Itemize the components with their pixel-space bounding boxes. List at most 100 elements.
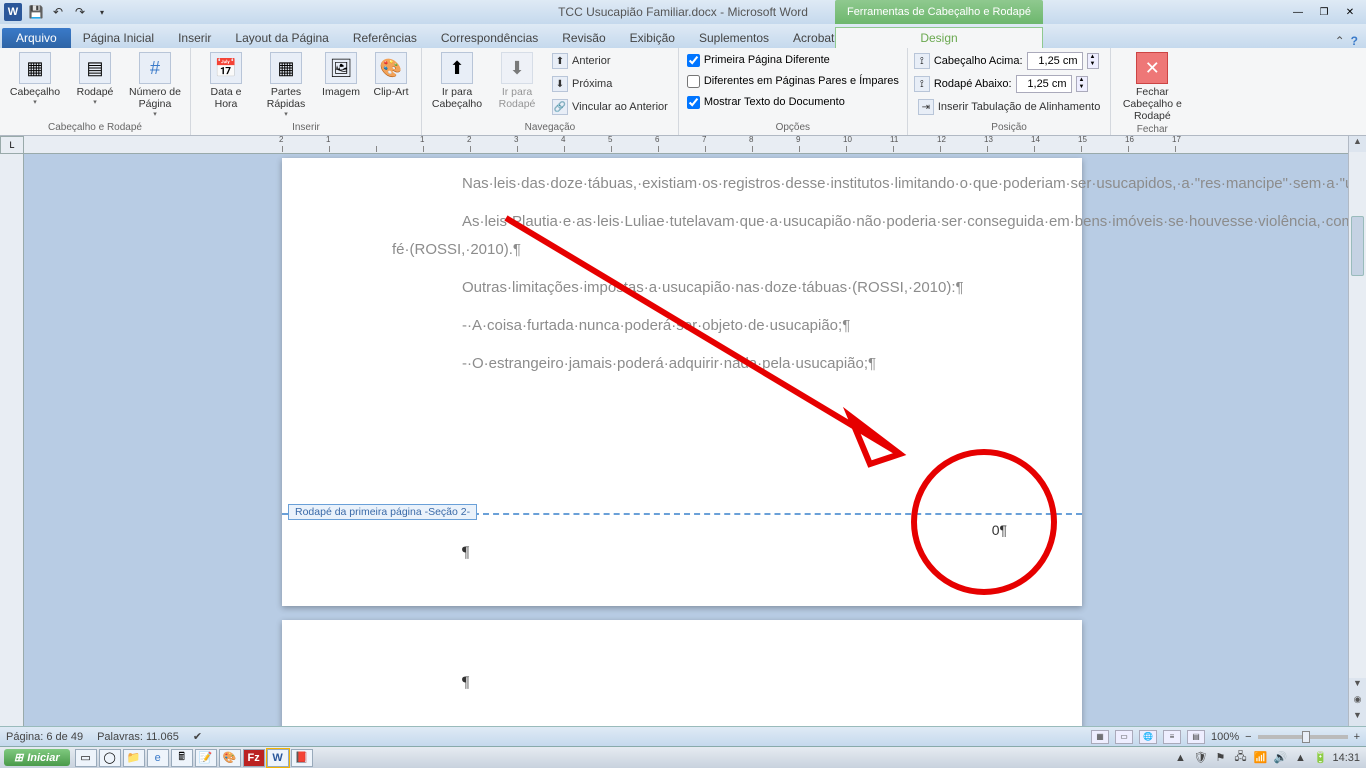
minimize-icon[interactable]: — xyxy=(1286,4,1310,20)
body-paragraph: -·O·estrangeiro·jamais·poderá·adquirir·n… xyxy=(392,350,1012,378)
different-odd-even-checkbox[interactable]: Diferentes em Páginas Pares e Ímpares xyxy=(685,71,901,91)
tab-addins[interactable]: Suplementos xyxy=(687,28,781,48)
group-label: Cabeçalho e Rodapé xyxy=(6,122,184,135)
document-page[interactable]: ¶ xyxy=(282,620,1082,726)
show-document-text-checkbox[interactable]: Mostrar Texto do Documento xyxy=(685,92,901,112)
footer-from-bottom-spinner[interactable]: ⟟Rodapé Abaixo:▲▼ xyxy=(914,73,1104,95)
taskbar-folder-icon[interactable]: 📁 xyxy=(123,749,145,767)
tray-drive-icon[interactable]: ▲ xyxy=(1292,750,1308,766)
tray-wifi-icon[interactable]: 📶 xyxy=(1252,750,1268,766)
word-count[interactable]: Palavras: 11.065 xyxy=(97,731,179,743)
prev-page-icon[interactable]: ◉ xyxy=(1349,694,1366,710)
draft-view-icon[interactable]: ▤ xyxy=(1187,730,1205,744)
taskbar-clock[interactable]: 14:31 xyxy=(1332,752,1360,764)
scroll-up-icon[interactable]: ▲ xyxy=(1349,136,1366,152)
clipart-button[interactable]: 🎨Clip-Art xyxy=(367,50,415,100)
web-layout-view-icon[interactable]: 🌐 xyxy=(1139,730,1157,744)
outline-view-icon[interactable]: ≡ xyxy=(1163,730,1181,744)
header-from-top-spinner[interactable]: ⟟Cabeçalho Acima:▲▼ xyxy=(914,50,1104,72)
taskbar-filezilla-icon[interactable]: Fz xyxy=(243,749,265,767)
help-icon[interactable]: ? xyxy=(1351,34,1358,48)
zoom-in-icon[interactable]: + xyxy=(1354,731,1360,743)
tab-references[interactable]: Referências xyxy=(341,28,429,48)
close-window-icon[interactable]: ✕ xyxy=(1338,4,1362,20)
body-paragraph: Outras·limitações·impostas·a·usucapião·n… xyxy=(392,274,1012,302)
horizontal-ruler[interactable]: 211234567891011121314151617 xyxy=(24,136,1348,154)
titlebar: W 💾 ↶ ↷ ▾ TCC Usucapião Familiar.docx - … xyxy=(0,0,1366,24)
proofing-icon[interactable]: ✔ xyxy=(193,730,202,743)
scroll-down-icon[interactable]: ▼ xyxy=(1349,678,1366,694)
save-icon[interactable]: 💾 xyxy=(26,3,46,21)
footer-page-number[interactable]: 0¶ xyxy=(992,522,1007,538)
header-icon: ▦ xyxy=(19,52,51,84)
redo-icon[interactable]: ↷ xyxy=(70,3,90,21)
next-page-icon[interactable]: ▼ xyxy=(1349,710,1366,726)
paragraph-mark: ¶ xyxy=(462,674,469,692)
tab-insert[interactable]: Inserir xyxy=(166,28,223,48)
taskbar-notepad-icon[interactable]: 📝 xyxy=(195,749,217,767)
group-header-footer: ▦Cabeçalho▾ ▤Rodapé▾ #Número de Página▾ … xyxy=(0,48,191,135)
restore-icon[interactable]: ❐ xyxy=(1312,4,1336,20)
vertical-scrollbar[interactable]: ▲ ▼ ◉ ▼ xyxy=(1348,136,1366,726)
scrollbar-thumb[interactable] xyxy=(1351,216,1364,276)
tab-review[interactable]: Revisão xyxy=(550,28,617,48)
taskbar-show-desktop-icon[interactable]: ▭ xyxy=(75,749,97,767)
quickparts-button[interactable]: ▦Partes Rápidas▾ xyxy=(257,50,315,120)
hash-icon: # xyxy=(139,52,171,84)
goto-header-button[interactable]: ⬆Ir para Cabeçalho xyxy=(428,50,486,112)
minimize-ribbon-icon[interactable]: ⌃ xyxy=(1335,34,1345,48)
different-first-page-checkbox[interactable]: Primeira Página Diferente xyxy=(685,50,901,70)
fullscreen-reading-view-icon[interactable]: ▭ xyxy=(1115,730,1133,744)
tray-shield-icon[interactable]: 🛡 xyxy=(1192,750,1208,766)
group-options: Primeira Página Diferente Diferentes em … xyxy=(679,48,908,135)
tab-mailings[interactable]: Correspondências xyxy=(429,28,550,48)
taskbar-chrome-icon[interactable]: ◯ xyxy=(99,749,121,767)
link-previous-button[interactable]: 🔗Vincular ao Anterior xyxy=(548,96,672,118)
page-number-button[interactable]: #Número de Página▾ xyxy=(126,50,184,120)
group-close: ✕Fechar Cabeçalho e Rodapé Fechar xyxy=(1111,48,1193,135)
clipart-icon: 🎨 xyxy=(375,52,407,84)
zoom-level[interactable]: 100% xyxy=(1211,731,1239,743)
next-button[interactable]: ⬇Próxima xyxy=(548,73,672,95)
taskbar-word-icon[interactable]: W xyxy=(267,749,289,767)
document-scroll-area[interactable]: Nas·leis·das·doze·tábuas,·existiam·os·re… xyxy=(24,154,1348,726)
windows-taskbar: ⊞Iniciar ▭ ◯ 📁 e 🖩 📝 🎨 Fz W 📕 ▲ 🛡 ⚑ 🖧 📶 … xyxy=(0,746,1366,768)
vertical-ruler[interactable] xyxy=(0,154,24,726)
next-icon: ⬇ xyxy=(552,76,568,92)
document-page[interactable]: Nas·leis·das·doze·tábuas,·existiam·os·re… xyxy=(282,158,1082,606)
datetime-button[interactable]: 📅Data e Hora xyxy=(197,50,255,112)
taskbar-paint-icon[interactable]: 🎨 xyxy=(219,749,241,767)
taskbar-ie-icon[interactable]: e xyxy=(147,749,169,767)
tab-design[interactable]: Design xyxy=(835,27,1043,48)
goto-footer-button[interactable]: ⬇Ir para Rodapé xyxy=(488,50,546,112)
footer-icon: ▤ xyxy=(79,52,111,84)
print-layout-view-icon[interactable]: ▦ xyxy=(1091,730,1109,744)
start-button[interactable]: ⊞Iniciar xyxy=(4,749,70,766)
tray-network-icon[interactable]: 🖧 xyxy=(1232,750,1248,766)
file-tab[interactable]: Arquivo xyxy=(2,28,71,48)
image-button[interactable]: 🖼Imagem xyxy=(317,50,365,100)
taskbar-calculator-icon[interactable]: 🖩 xyxy=(171,749,193,767)
footer-button[interactable]: ▤Rodapé▾ xyxy=(66,50,124,108)
tab-home[interactable]: Página Inicial xyxy=(71,28,166,48)
tray-volume-icon[interactable]: 🔊 xyxy=(1272,750,1288,766)
tray-battery-icon[interactable]: 🔋 xyxy=(1312,750,1328,766)
undo-icon[interactable]: ↶ xyxy=(48,3,68,21)
ribbon-tabs: Arquivo Página Inicial Inserir Layout da… xyxy=(0,24,1366,48)
taskbar-pdf-icon[interactable]: 📕 xyxy=(291,749,313,767)
zoom-slider[interactable] xyxy=(1258,735,1348,739)
tray-flag-icon[interactable]: ⚑ xyxy=(1212,750,1228,766)
body-paragraph: Nas·leis·das·doze·tábuas,·existiam·os·re… xyxy=(392,170,1012,198)
tab-layout[interactable]: Layout da Página xyxy=(223,28,340,48)
tray-expand-icon[interactable]: ▲ xyxy=(1172,750,1188,766)
tab-selector[interactable]: L xyxy=(0,136,24,154)
header-button[interactable]: ▦Cabeçalho▾ xyxy=(6,50,64,108)
qat-customize-icon[interactable]: ▾ xyxy=(92,3,112,21)
zoom-out-icon[interactable]: − xyxy=(1245,731,1251,743)
tab-view[interactable]: Exibição xyxy=(618,28,687,48)
close-header-footer-button[interactable]: ✕Fechar Cabeçalho e Rodapé xyxy=(1117,50,1187,124)
previous-button[interactable]: ⬆Anterior xyxy=(548,50,672,72)
insert-alignment-tab-button[interactable]: ⇥Inserir Tabulação de Alinhamento xyxy=(914,96,1104,118)
page-indicator[interactable]: Página: 6 de 49 xyxy=(6,731,83,743)
body-paragraph: -·A·coisa·furtada·nunca·poderá·ser·objet… xyxy=(392,312,1012,340)
